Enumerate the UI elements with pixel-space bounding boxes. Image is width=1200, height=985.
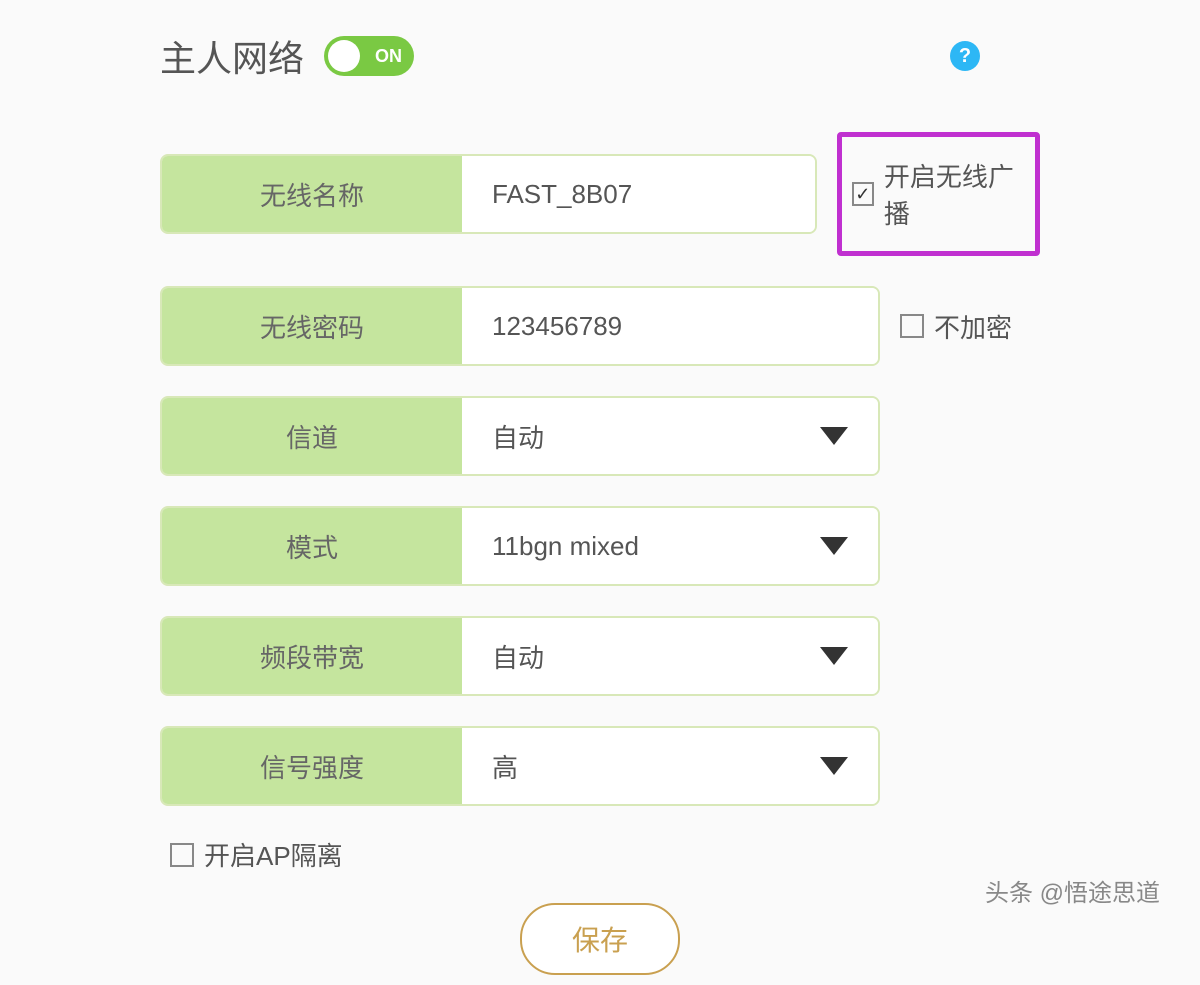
no-encryption-label: 不加密 — [934, 308, 1012, 345]
row-mode: 模式 11bgn mixed — [160, 506, 1040, 586]
toggle-label: ON — [375, 46, 402, 67]
chevron-down-icon — [820, 427, 848, 445]
watermark: 头条 @悟途思道 — [985, 873, 1160, 908]
save-button[interactable]: 保存 — [520, 903, 680, 975]
field-bandwidth[interactable]: 频段带宽 自动 — [160, 616, 880, 696]
no-encryption-checkbox-group[interactable]: 不加密 — [900, 308, 1012, 345]
chevron-down-icon — [820, 537, 848, 555]
mode-value: 11bgn mixed — [492, 531, 848, 562]
header: 主人网络 ON ? — [40, 20, 1160, 92]
chevron-down-icon — [820, 647, 848, 665]
row-channel: 信道 自动 — [160, 396, 1040, 476]
field-channel[interactable]: 信道 自动 — [160, 396, 880, 476]
broadcast-label: 开启无线广播 — [884, 157, 1025, 231]
row-signal-strength: 信号强度 高 — [160, 726, 1040, 806]
input-wrapper-wireless-name — [462, 156, 815, 232]
row-wireless-password: 无线密码 不加密 — [160, 286, 1040, 366]
label-bandwidth: 频段带宽 — [162, 618, 462, 694]
label-channel: 信道 — [162, 398, 462, 474]
field-mode[interactable]: 模式 11bgn mixed — [160, 506, 880, 586]
page-title: 主人网络 — [160, 30, 304, 82]
save-button-container: 保存 — [160, 903, 1040, 975]
ap-isolation-checkbox[interactable] — [170, 843, 194, 867]
select-signal-strength[interactable]: 高 — [462, 728, 878, 804]
select-mode[interactable]: 11bgn mixed — [462, 508, 878, 584]
toggle-knob — [328, 40, 360, 72]
ap-isolation-label: 开启AP隔离 — [204, 836, 343, 873]
bandwidth-value: 自动 — [492, 638, 848, 675]
no-encryption-checkbox[interactable] — [900, 314, 924, 338]
row-bandwidth: 频段带宽 自动 — [160, 616, 1040, 696]
field-wireless-password: 无线密码 — [160, 286, 880, 366]
row-wireless-name: 无线名称 开启无线广播 — [160, 132, 1040, 256]
label-signal-strength: 信号强度 — [162, 728, 462, 804]
ap-isolation-checkbox-group[interactable]: 开启AP隔离 — [170, 836, 1040, 873]
signal-strength-value: 高 — [492, 748, 848, 785]
broadcast-checkbox[interactable] — [852, 182, 874, 206]
label-mode: 模式 — [162, 508, 462, 584]
help-icon[interactable]: ? — [950, 41, 980, 71]
select-bandwidth[interactable]: 自动 — [462, 618, 878, 694]
input-wrapper-wireless-password — [462, 288, 878, 364]
channel-value: 自动 — [492, 418, 848, 455]
select-channel[interactable]: 自动 — [462, 398, 878, 474]
form-container: 无线名称 开启无线广播 无线密码 不加密 信道 自动 — [40, 92, 1160, 985]
label-wireless-name: 无线名称 — [162, 156, 462, 232]
wireless-password-input[interactable] — [492, 311, 848, 342]
field-wireless-name: 无线名称 — [160, 154, 817, 234]
wireless-name-input[interactable] — [492, 179, 785, 210]
label-wireless-password: 无线密码 — [162, 288, 462, 364]
broadcast-checkbox-group[interactable]: 开启无线广播 — [837, 132, 1040, 256]
chevron-down-icon — [820, 757, 848, 775]
field-signal-strength[interactable]: 信号强度 高 — [160, 726, 880, 806]
network-toggle[interactable]: ON — [324, 36, 414, 76]
